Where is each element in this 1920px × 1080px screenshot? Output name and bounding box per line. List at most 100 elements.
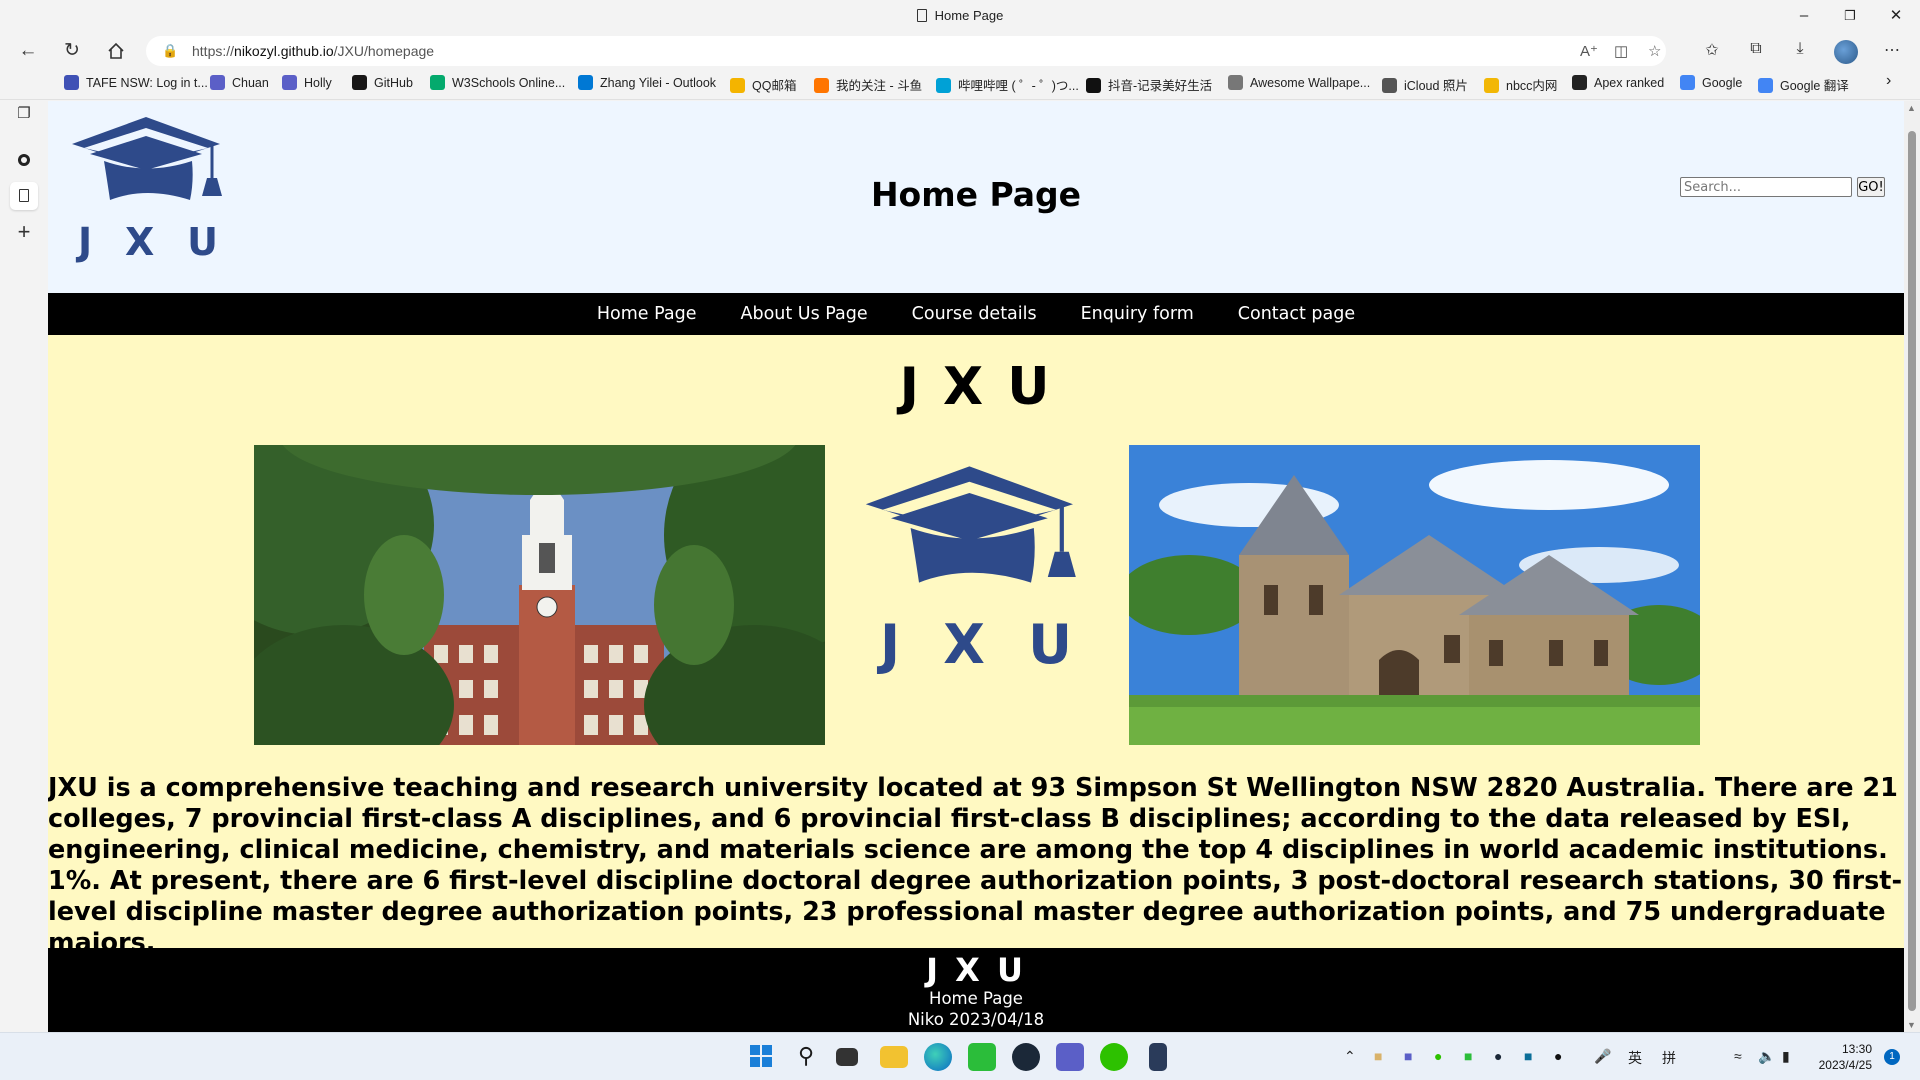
site-footer: J X U Home Page Niko 2023/04/18 xyxy=(48,948,1904,1032)
bookmark-item[interactable]: iCloud 照片 xyxy=(1382,75,1468,94)
notification-badge[interactable]: 1 xyxy=(1884,1049,1900,1065)
bookmark-item[interactable]: QQ邮箱 xyxy=(730,75,796,94)
tab-tafe-icon[interactable] xyxy=(10,116,38,144)
nav-enquiry-form[interactable]: Enquiry form xyxy=(1081,304,1194,324)
qq-mail-icon xyxy=(730,78,745,93)
jxu-center-logo: J X U xyxy=(860,465,1090,681)
tray-overflow-chevron-icon[interactable]: ⌃ xyxy=(1344,1048,1356,1065)
close-button[interactable]: ✕ xyxy=(1874,0,1918,32)
search-go-button[interactable]: GO! xyxy=(1857,177,1885,197)
tray-github-icon[interactable]: ● xyxy=(1554,1048,1562,1064)
footer-page-name: Home Page xyxy=(929,989,1023,1008)
file-explorer-icon[interactable] xyxy=(880,1046,908,1068)
github-icon xyxy=(18,154,30,166)
steam-icon[interactable] xyxy=(1012,1043,1040,1071)
start-button[interactable] xyxy=(748,1043,776,1071)
bookmarks-more-chevron-icon[interactable]: › xyxy=(1886,72,1891,90)
douyin-icon xyxy=(1086,78,1101,93)
wallpaper-icon xyxy=(1228,75,1243,90)
ime-language[interactable]: 英 xyxy=(1628,1048,1642,1068)
bookmark-item[interactable]: Google 翻译 xyxy=(1758,75,1849,94)
scroll-down-arrow-icon[interactable]: ▼ xyxy=(1907,1020,1916,1030)
site-info-icon[interactable]: 🔒 xyxy=(162,43,178,59)
bookmark-item[interactable]: TAFE NSW: Log in t... xyxy=(64,75,208,90)
logo-letter: X xyxy=(124,220,155,264)
nav-home-page[interactable]: Home Page xyxy=(597,304,697,324)
back-button[interactable]: ← xyxy=(14,38,42,64)
tray-blue-icon[interactable]: ■ xyxy=(1524,1048,1532,1064)
bookmark-item[interactable]: GitHub xyxy=(352,75,413,90)
new-tab-button[interactable]: + xyxy=(10,218,38,246)
bookmark-item[interactable]: Zhang Yilei - Outlook xyxy=(578,75,716,90)
wechat-icon[interactable] xyxy=(1100,1043,1128,1071)
nav-about-us[interactable]: About Us Page xyxy=(740,304,867,324)
bookmark-item[interactable]: Awesome Wallpape... xyxy=(1228,75,1370,90)
bookmark-item[interactable]: 抖音-记录美好生活 xyxy=(1086,75,1212,94)
clock-date: 2023/4/25 xyxy=(1818,1058,1872,1072)
favorites-icon[interactable]: ✩ xyxy=(1700,40,1724,60)
tray-wechat-icon[interactable]: ● xyxy=(1434,1048,1442,1064)
bookmark-label: iCloud 照片 xyxy=(1404,79,1468,93)
bookmark-label: Apex ranked xyxy=(1594,76,1665,90)
bookmark-label: Zhang Yilei - Outlook xyxy=(600,76,717,90)
bookmark-item[interactable]: W3Schools Online... xyxy=(430,75,565,90)
url-host: nikozyl.github.io xyxy=(234,43,334,59)
battery-icon[interactable]: ▮ xyxy=(1782,1048,1790,1065)
home-button[interactable] xyxy=(102,38,130,64)
scrollbar-thumb[interactable] xyxy=(1908,131,1916,1011)
system-clock[interactable]: 13:30 2023/4/25 xyxy=(1808,1041,1872,1073)
task-view-icon[interactable] xyxy=(836,1048,858,1066)
tab-github-icon[interactable] xyxy=(10,146,38,174)
search-input[interactable] xyxy=(1680,177,1852,197)
nav-course-details[interactable]: Course details xyxy=(912,304,1037,324)
bookmark-item[interactable]: Holly xyxy=(282,75,332,90)
bookmark-label: Holly xyxy=(304,76,332,90)
tab-home-page-active[interactable] xyxy=(10,182,38,210)
downloads-icon[interactable]: ⤓ xyxy=(1788,40,1812,58)
refresh-button[interactable]: ↻ xyxy=(58,38,86,64)
nav-contact-page[interactable]: Contact page xyxy=(1238,304,1355,324)
site-nav: Home Page About Us Page Course details E… xyxy=(48,293,1904,335)
tray-teams-icon[interactable]: ■ xyxy=(1404,1048,1412,1064)
app-dark-icon[interactable] xyxy=(1149,1043,1167,1071)
bookmark-label: 我的关注 - 斗鱼 xyxy=(836,79,923,93)
volume-icon[interactable]: 🔈 xyxy=(1758,1048,1775,1065)
url-scheme: https:// xyxy=(192,43,235,59)
bookmark-item[interactable]: Chuan xyxy=(210,75,269,90)
windows-logo-icon xyxy=(750,1045,772,1067)
tray-green-icon[interactable]: ■ xyxy=(1464,1048,1472,1064)
minimize-button[interactable]: – xyxy=(1782,0,1826,32)
profile-avatar[interactable] xyxy=(1834,40,1858,64)
app-green-icon[interactable] xyxy=(968,1043,996,1071)
bookmark-label: QQ邮箱 xyxy=(752,79,797,93)
logo-letter: J xyxy=(880,613,901,676)
windows-taskbar: ⚲ ⌃ ■ ■ ● ■ ● ■ ● 🎤 英 拼 ≈ 🔈 ▮ 13:30 2023… xyxy=(0,1032,1920,1080)
bookmark-item[interactable]: 我的关注 - 斗鱼 xyxy=(814,75,922,94)
teams-icon[interactable] xyxy=(1056,1043,1084,1071)
add-favorite-icon[interactable]: ☆ xyxy=(1648,42,1661,60)
settings-more-icon[interactable]: ⋯ xyxy=(1880,40,1904,60)
url-field[interactable]: 🔒 https://nikozyl.github.io/JXU/homepage… xyxy=(146,36,1666,66)
tray-app-icon[interactable]: ■ xyxy=(1374,1048,1382,1064)
scroll-up-arrow-icon[interactable]: ▲ xyxy=(1907,103,1916,113)
edge-browser-icon[interactable] xyxy=(924,1043,952,1071)
address-bar: ← ↻ 🔒 https://nikozyl.github.io/JXU/home… xyxy=(0,34,1920,68)
center-logo-text: J X U xyxy=(860,613,1090,676)
bookmark-label: TAFE NSW: Log in t... xyxy=(86,76,208,90)
bookmark-item[interactable]: 哔哩哔哩 ( ゜- ゜)つ... xyxy=(936,75,1079,94)
logo-letter: U xyxy=(187,220,218,264)
bookmark-item[interactable]: Apex ranked xyxy=(1572,75,1664,90)
read-aloud-icon[interactable]: A⁺ xyxy=(1580,42,1598,60)
collections-icon[interactable]: ⧉ xyxy=(1744,40,1768,58)
search-taskbar-icon[interactable]: ⚲ xyxy=(792,1043,820,1071)
wifi-icon[interactable]: ≈ xyxy=(1734,1048,1742,1064)
bookmark-item[interactable]: Google xyxy=(1680,75,1742,90)
microphone-icon[interactable]: 🎤 xyxy=(1594,1048,1611,1065)
restore-button[interactable]: ❐ xyxy=(1828,0,1872,32)
page-icon xyxy=(19,189,29,202)
ime-mode[interactable]: 拼 xyxy=(1662,1048,1676,1068)
page-scrollbar[interactable]: ▲ ▼ xyxy=(1904,101,1920,1032)
split-screen-icon[interactable]: ◫ xyxy=(1614,42,1628,60)
bookmark-item[interactable]: nbcc内网 xyxy=(1484,75,1557,94)
tray-steam-icon[interactable]: ● xyxy=(1494,1048,1502,1064)
